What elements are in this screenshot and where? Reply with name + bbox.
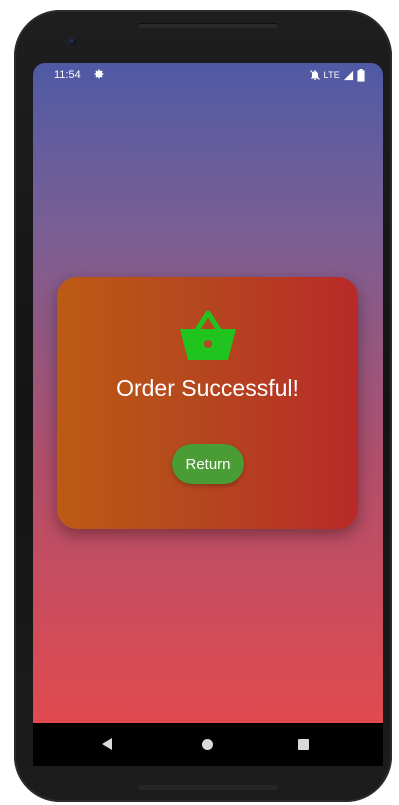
front-camera: [68, 37, 77, 46]
order-success-title: Order Successful!: [116, 375, 299, 401]
recents-icon[interactable]: [298, 739, 309, 750]
bottom-speaker: [138, 785, 278, 790]
earpiece-speaker: [138, 23, 278, 28]
app-background: 11:54 LTE Order Successful! Return: [33, 63, 383, 723]
network-type: LTE: [323, 70, 340, 80]
status-icons: LTE: [309, 68, 365, 82]
back-icon[interactable]: [101, 738, 113, 750]
mute-icon: [309, 70, 320, 80]
return-button[interactable]: Return: [172, 444, 244, 484]
order-success-card: Order Successful! Return: [57, 277, 358, 529]
status-bar: 11:54 LTE: [33, 63, 383, 87]
battery-icon: [357, 68, 365, 82]
navigation-bar: [33, 723, 383, 766]
signal-icon: [343, 70, 354, 80]
home-icon[interactable]: [202, 739, 213, 750]
gear-icon: [94, 69, 104, 79]
phone-screen: 11:54 LTE Order Successful! Return: [33, 63, 383, 766]
basket-icon: [180, 310, 236, 360]
status-time: 11:54: [54, 69, 81, 81]
